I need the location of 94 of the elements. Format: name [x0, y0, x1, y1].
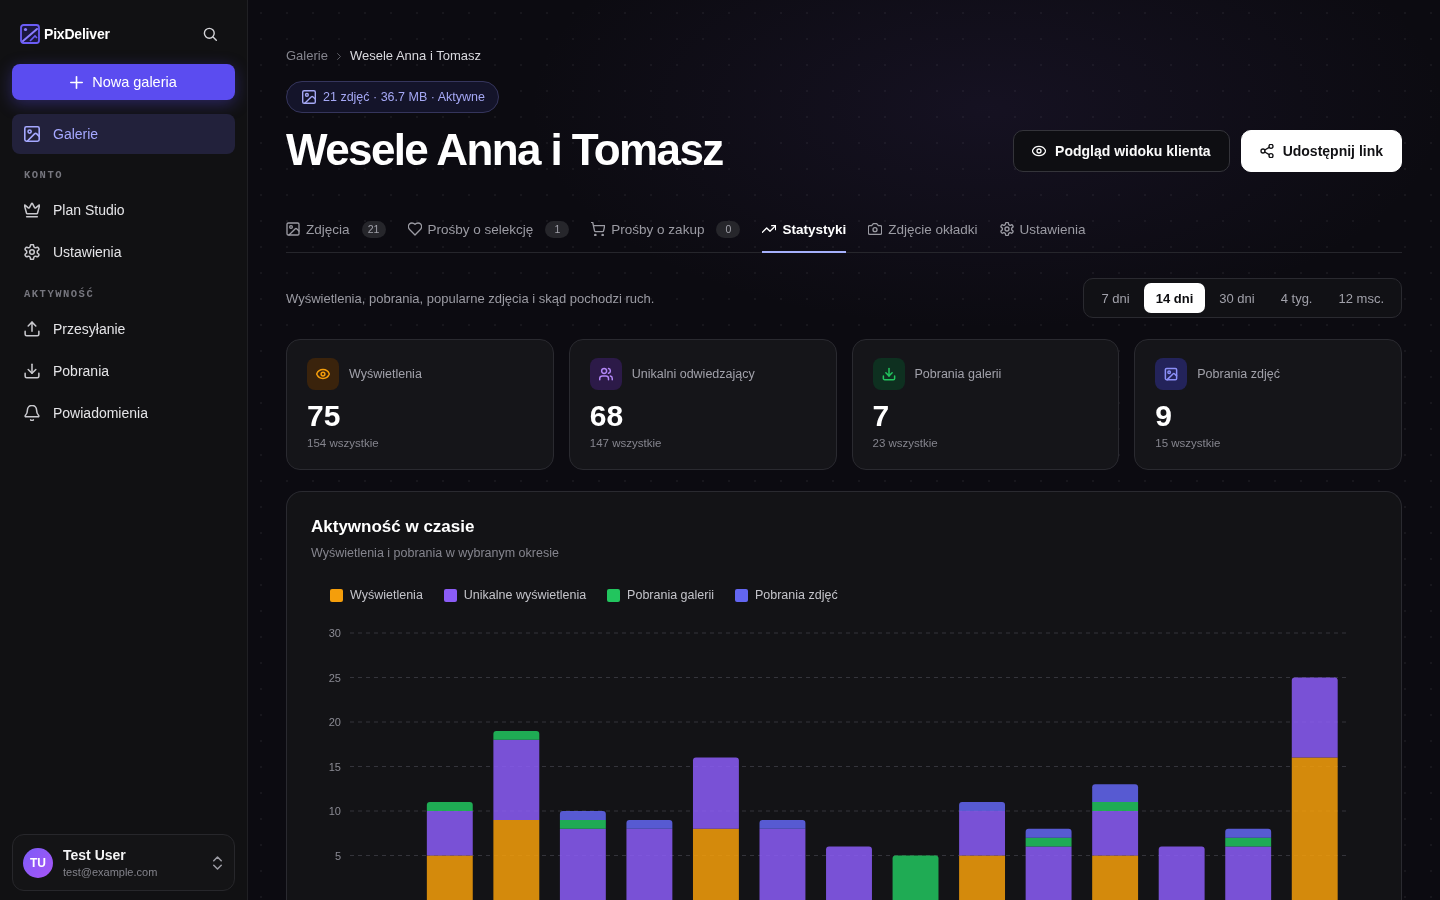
eye-icon: [1032, 144, 1047, 158]
bar-segment: [559, 811, 606, 820]
tab[interactable]: Statystyki: [762, 205, 847, 253]
stats-description: Wyświetlenia, pobrania, popularne zdjęcia i skąd pochodzi ruch.: [286, 290, 655, 306]
image-icon: [1155, 358, 1188, 390]
crown-icon: [24, 202, 40, 218]
chart-title: Aktywność w czasie: [311, 516, 476, 538]
stat-total: 147 wszystkie: [589, 436, 663, 451]
download-icon: [24, 363, 40, 379]
bar-segment: [1092, 855, 1139, 900]
stat-total: 154 wszystkie: [307, 436, 380, 451]
search-icon: [203, 27, 217, 41]
trending-up-icon: [762, 222, 777, 236]
nav-item[interactable]: Plan Studio: [12, 189, 235, 231]
bar-segment: [826, 846, 872, 900]
tab[interactable]: Prośby o zakup 0: [591, 205, 741, 253]
share-icon: [1259, 144, 1274, 158]
breadcrumb-link[interactable]: Galerie: [286, 46, 328, 66]
period-option[interactable]: 4 tyg.: [1268, 283, 1325, 313]
bar-segment: [426, 855, 473, 900]
stat-label: Wyświetlenia: [349, 367, 422, 381]
bar-segment: [892, 855, 939, 900]
stat-value: 9: [1155, 399, 1173, 433]
period-option[interactable]: 7 dni: [1089, 283, 1142, 313]
stat-total: 23 wszystkie: [872, 436, 939, 451]
stat-total: 15 wszystkie: [1155, 436, 1222, 451]
eye-icon: [307, 358, 339, 390]
upload-icon: [24, 321, 40, 337]
image-icon: [286, 222, 300, 236]
tab[interactable]: Zdjęcie okładki: [868, 205, 978, 253]
plus-icon: [70, 75, 84, 89]
settings-icon: [24, 244, 40, 260]
tab[interactable]: Ustawienia: [999, 205, 1086, 253]
bar-segment: [1158, 846, 1205, 900]
bell-icon: [24, 405, 40, 421]
client-preview-button[interactable]: Podgląd widoku klienta: [1013, 130, 1230, 172]
stat-label: Pobrania galerii: [914, 367, 1002, 381]
tab-count: 1: [545, 220, 570, 238]
users-icon: [589, 358, 622, 390]
image-icon: [24, 126, 40, 142]
bar-segment: [1025, 828, 1072, 838]
bar-segment: [1225, 828, 1272, 838]
cart-icon: [591, 222, 606, 236]
camera-icon: [868, 222, 883, 236]
section-heading: KONTO: [24, 168, 64, 183]
tab[interactable]: Zdjęcia 21: [286, 205, 386, 253]
section-heading: AKTYWNOŚĆ: [24, 286, 96, 302]
image-icon: [302, 90, 316, 104]
y-axis-label: 20: [328, 716, 341, 728]
gallery-summary-text: 21 zdjęć · 36.7 MB · Aktywne: [323, 90, 485, 104]
y-axis-label: 5: [334, 849, 341, 862]
period-option[interactable]: 30 dni: [1207, 283, 1267, 313]
nav-item[interactable]: Przesyłanie: [12, 308, 235, 350]
user-name: Test User: [63, 845, 127, 864]
legend-label: Pobrania zdjęć: [754, 588, 838, 602]
brand-name: PixDeliver: [44, 26, 110, 42]
stat-label: Pobrania zdjęć: [1197, 367, 1280, 381]
logo-icon: [20, 24, 40, 44]
nav-item[interactable]: Ustawienia: [12, 231, 235, 273]
stat-value: 75: [307, 399, 342, 433]
tab-count: 0: [716, 220, 741, 238]
breadcrumb-current: Wesele Anna i Tomasz: [349, 47, 481, 65]
stat-value: 7: [872, 399, 891, 433]
legend-label: Unikalne wyświetlenia: [463, 588, 587, 602]
nav-item[interactable]: Galerie: [12, 114, 235, 154]
bar-segment: [693, 757, 739, 829]
nav-item[interactable]: Pobrania: [12, 350, 235, 392]
y-axis-label: 15: [328, 760, 341, 773]
legend-label: Pobrania galerii: [627, 588, 714, 602]
new-gallery-button[interactable]: Nowa galeria: [12, 64, 235, 100]
period-option[interactable]: 12 msc.: [1326, 283, 1396, 313]
download-icon: [872, 358, 905, 390]
stat-value: 68: [589, 399, 625, 433]
stat-label: Unikalni odwiedzający: [631, 367, 755, 381]
user-email: test@example.com: [63, 864, 158, 880]
legend-label: Wyświetlenia: [350, 588, 423, 602]
period-option[interactable]: 14 dni: [1143, 283, 1206, 313]
y-axis-label: 30: [328, 627, 341, 639]
bar-segment: [693, 828, 739, 900]
chart-subtitle: Wyświetlenia i pobrania w wybranym okresie: [311, 545, 560, 562]
nav-item[interactable]: Powiadomienia: [12, 392, 235, 434]
gallery-title: Wesele Anna i Tomasz: [286, 124, 723, 176]
chevron-right-icon: [336, 52, 341, 60]
user-card[interactable]: TU Test User test@example.com: [12, 834, 235, 891]
y-axis-label: 25: [328, 671, 341, 684]
bar-segment: [959, 855, 1005, 900]
heart-icon: [407, 222, 422, 236]
tab[interactable]: Prośby o selekcję 1: [407, 205, 570, 253]
chevron-up-down-icon: [213, 855, 222, 870]
share-link-button[interactable]: Udostępnij link: [1240, 130, 1402, 172]
tab-count: 21: [361, 220, 386, 238]
y-axis-label: 10: [328, 805, 341, 817]
settings-icon: [999, 222, 1014, 236]
user-avatar: TU: [23, 847, 53, 878]
